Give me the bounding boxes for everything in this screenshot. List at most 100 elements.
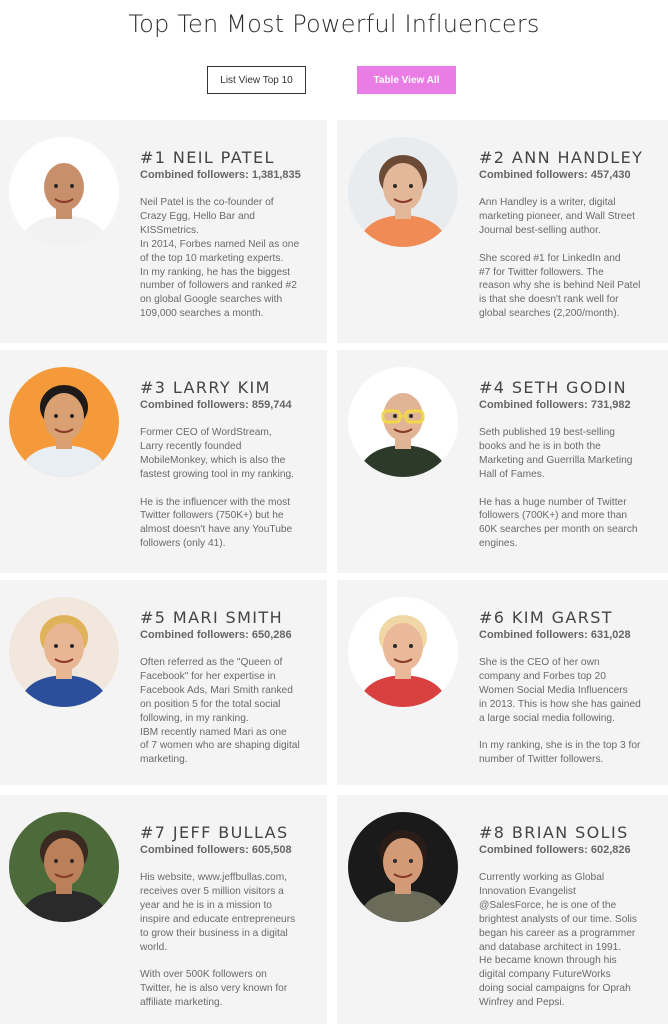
bio-line: Facebook" for her expertise in [140, 670, 276, 682]
bio-line: IBM recently named Mari as one [140, 726, 287, 738]
bio-line: #7 for Twitter followers. The [479, 266, 604, 278]
jeff-bullas-photo [9, 812, 119, 922]
influencer-card: #7 JEFF BULLAS Combined followers: 605,50… [0, 795, 327, 1024]
kim-garst-photo [348, 597, 458, 707]
bio-line: Often referred as the "Queen of [140, 657, 283, 668]
bio-line: world. [140, 941, 168, 953]
influencer-name: #5 MARI SMITH [140, 608, 284, 627]
bio-line: fastest growing tool in my ranking. [140, 468, 295, 480]
neil-patel-photo [9, 137, 119, 247]
bio-line: brightest analysts of our time. Solis [479, 913, 637, 925]
bio-line: to grow their business in a digital [140, 927, 288, 939]
influencer-bio: Neil Patel is the co-founder of Crazy Egg… [140, 196, 317, 321]
influencer-name: #3 LARRY KIM [140, 378, 271, 397]
page-title: Top Ten Most Powerful Influencers [128, 10, 540, 38]
influencer-card: #6 KIM GARST Combined followers: 631,028 S… [337, 580, 668, 785]
bio-line: 109,000 searches a month. [140, 308, 264, 320]
bio-line: on position 5 for the total social [140, 698, 281, 710]
bio-line: on global Google searches with [140, 294, 283, 306]
bio-line: books and he is in both the [479, 440, 601, 452]
bio-line: Ann Handley is a writer, digital [479, 197, 616, 208]
bio-line: In my ranking, he has the biggest [140, 266, 291, 278]
influencer-bio: She is the CEO of her own company and For… [479, 656, 660, 767]
bio-line: Women Social Media Influencers [479, 684, 628, 696]
bio-line: global searches (2,200/month). [479, 308, 620, 320]
influencer-card: #1 NEIL PATEL Combined followers: 1,381,8… [0, 120, 327, 343]
bio-line: Neil Patel is the co-founder of [140, 197, 274, 208]
bio-line: number of followers and ranked #2 [140, 280, 297, 292]
bio-line: year and he is in a mission to [140, 899, 272, 911]
influencer-bio: Often referred as the "Queen of Facebook"… [140, 656, 317, 767]
bio-line: in 2013. This is how she has gained [479, 698, 641, 710]
bio-line: affiliate marketing. [140, 997, 223, 1009]
combined-followers: Combined followers: 731,982 [479, 399, 631, 411]
influencer-name: #7 JEFF BULLAS [140, 823, 289, 842]
influencer-card: #2 ANN HANDLEY Combined followers: 457,43… [337, 120, 668, 343]
brian-solis-photo [348, 812, 458, 922]
bio-line: Winfrey and Pepsi. [479, 997, 565, 1009]
ann-handley-photo [348, 137, 458, 247]
larry-kim-photo [9, 367, 119, 477]
mari-smith-photo [9, 597, 119, 707]
bio-line: digital company FutureWorks [479, 969, 611, 981]
bio-line: @SalesForce, he is one of the [479, 899, 617, 911]
bio-line: is that she doesn't rank well for [479, 294, 619, 306]
influencer-bio: His website, www.jeffbullas.com, receives… [140, 871, 317, 1010]
combined-followers: Combined followers: 859,744 [140, 399, 292, 411]
influencer-name: #4 SETH GODIN [479, 378, 628, 397]
bio-line: Seth published 19 best-selling [479, 427, 615, 438]
influencer-bio: Ann Handley is a writer, digital marketin… [479, 196, 660, 321]
influencer-name: #1 NEIL PATEL [140, 148, 275, 167]
bio-line: Crazy Egg, Hello Bar and [140, 210, 255, 222]
bio-line: number of Twitter followers. [479, 754, 604, 766]
influencer-card: #4 SETH GODIN Combined followers: 731,982… [337, 350, 668, 573]
bio-line: following, in my ranking. [140, 712, 249, 724]
table-view-all-button[interactable]: Table View All [357, 66, 456, 94]
influencer-card: #3 LARRY KIM Combined followers: 859,744 F… [0, 350, 327, 573]
bio-line: He is the influencer with the most [140, 496, 291, 508]
bio-line: almost doesn't have any YouTube [140, 524, 293, 536]
influencer-name: #6 KIM GARST [479, 608, 613, 627]
seth-godin-photo [348, 367, 458, 477]
bio-line: Twitter, he is also very known for [140, 983, 288, 995]
bio-line: doing social campaigns for Oprah [479, 983, 631, 995]
bio-line: began his career as a programmer [479, 927, 636, 939]
bio-line: 60K searches per month on search [479, 524, 638, 536]
bio-line: MobileMonkey, which is also the [140, 454, 286, 466]
bio-line: followers (only 41). [140, 538, 226, 550]
influencer-card: #5 MARI SMITH Combined followers: 650,286… [0, 580, 327, 785]
bio-line: engines. [479, 538, 518, 550]
bio-line: inspire and educate entrepreneurs [140, 913, 296, 925]
bio-line: She scored #1 for LinkedIn and [479, 252, 621, 264]
bio-line: a large social media following. [479, 712, 615, 724]
bio-line: In 2014, Forbes named Neil as one [140, 238, 300, 250]
combined-followers: Combined followers: 605,508 [140, 844, 292, 856]
bio-line: Former CEO of WordStream, [140, 427, 272, 438]
bio-line: Innovation Evangelist [479, 885, 576, 897]
bio-line: His website, www.jeffbullas.com, [140, 872, 288, 883]
bio-line: KISSmetrics. [140, 224, 199, 236]
bio-line: marketing. [140, 754, 188, 766]
list-view-top-10-button[interactable]: List View Top 10 [207, 66, 306, 94]
bio-line: Marketing and Guerrilla Marketing [479, 454, 633, 466]
bio-line: Larry recently founded [140, 440, 242, 452]
influencer-card: #8 BRIAN SOLIS Combined followers: 602,82… [337, 795, 668, 1024]
combined-followers: Combined followers: 457,430 [479, 169, 631, 181]
bio-line: Journal best-selling author. [479, 224, 601, 236]
bio-line: and database architect in 1991. [479, 941, 622, 953]
bio-line: receives over 5 million visitors a [140, 885, 284, 897]
bio-line: With over 500K followers on [140, 969, 267, 981]
bio-line: Facebook Ads, Mari Smith ranked [140, 684, 293, 696]
bio-line: In my ranking, she is in the top 3 for [479, 740, 641, 752]
bio-line: reason why she is behind Neil Patel [479, 280, 641, 292]
bio-line: of the top 10 marketing experts. [140, 252, 284, 264]
bio-line: Currently working as Global [479, 872, 605, 883]
combined-followers: Combined followers: 602,826 [479, 844, 631, 856]
bio-line: He has a huge number of Twitter [479, 496, 627, 508]
bio-line: Hall of Fames. [479, 468, 545, 480]
bio-line: company and Forbes top 20 [479, 670, 606, 682]
influencer-name: #2 ANN HANDLEY [479, 148, 644, 167]
bio-line: of 7 women who are shaping digital [140, 740, 300, 752]
influencer-bio: Former CEO of WordStream, Larry recently … [140, 426, 317, 551]
combined-followers: Combined followers: 631,028 [479, 629, 631, 641]
